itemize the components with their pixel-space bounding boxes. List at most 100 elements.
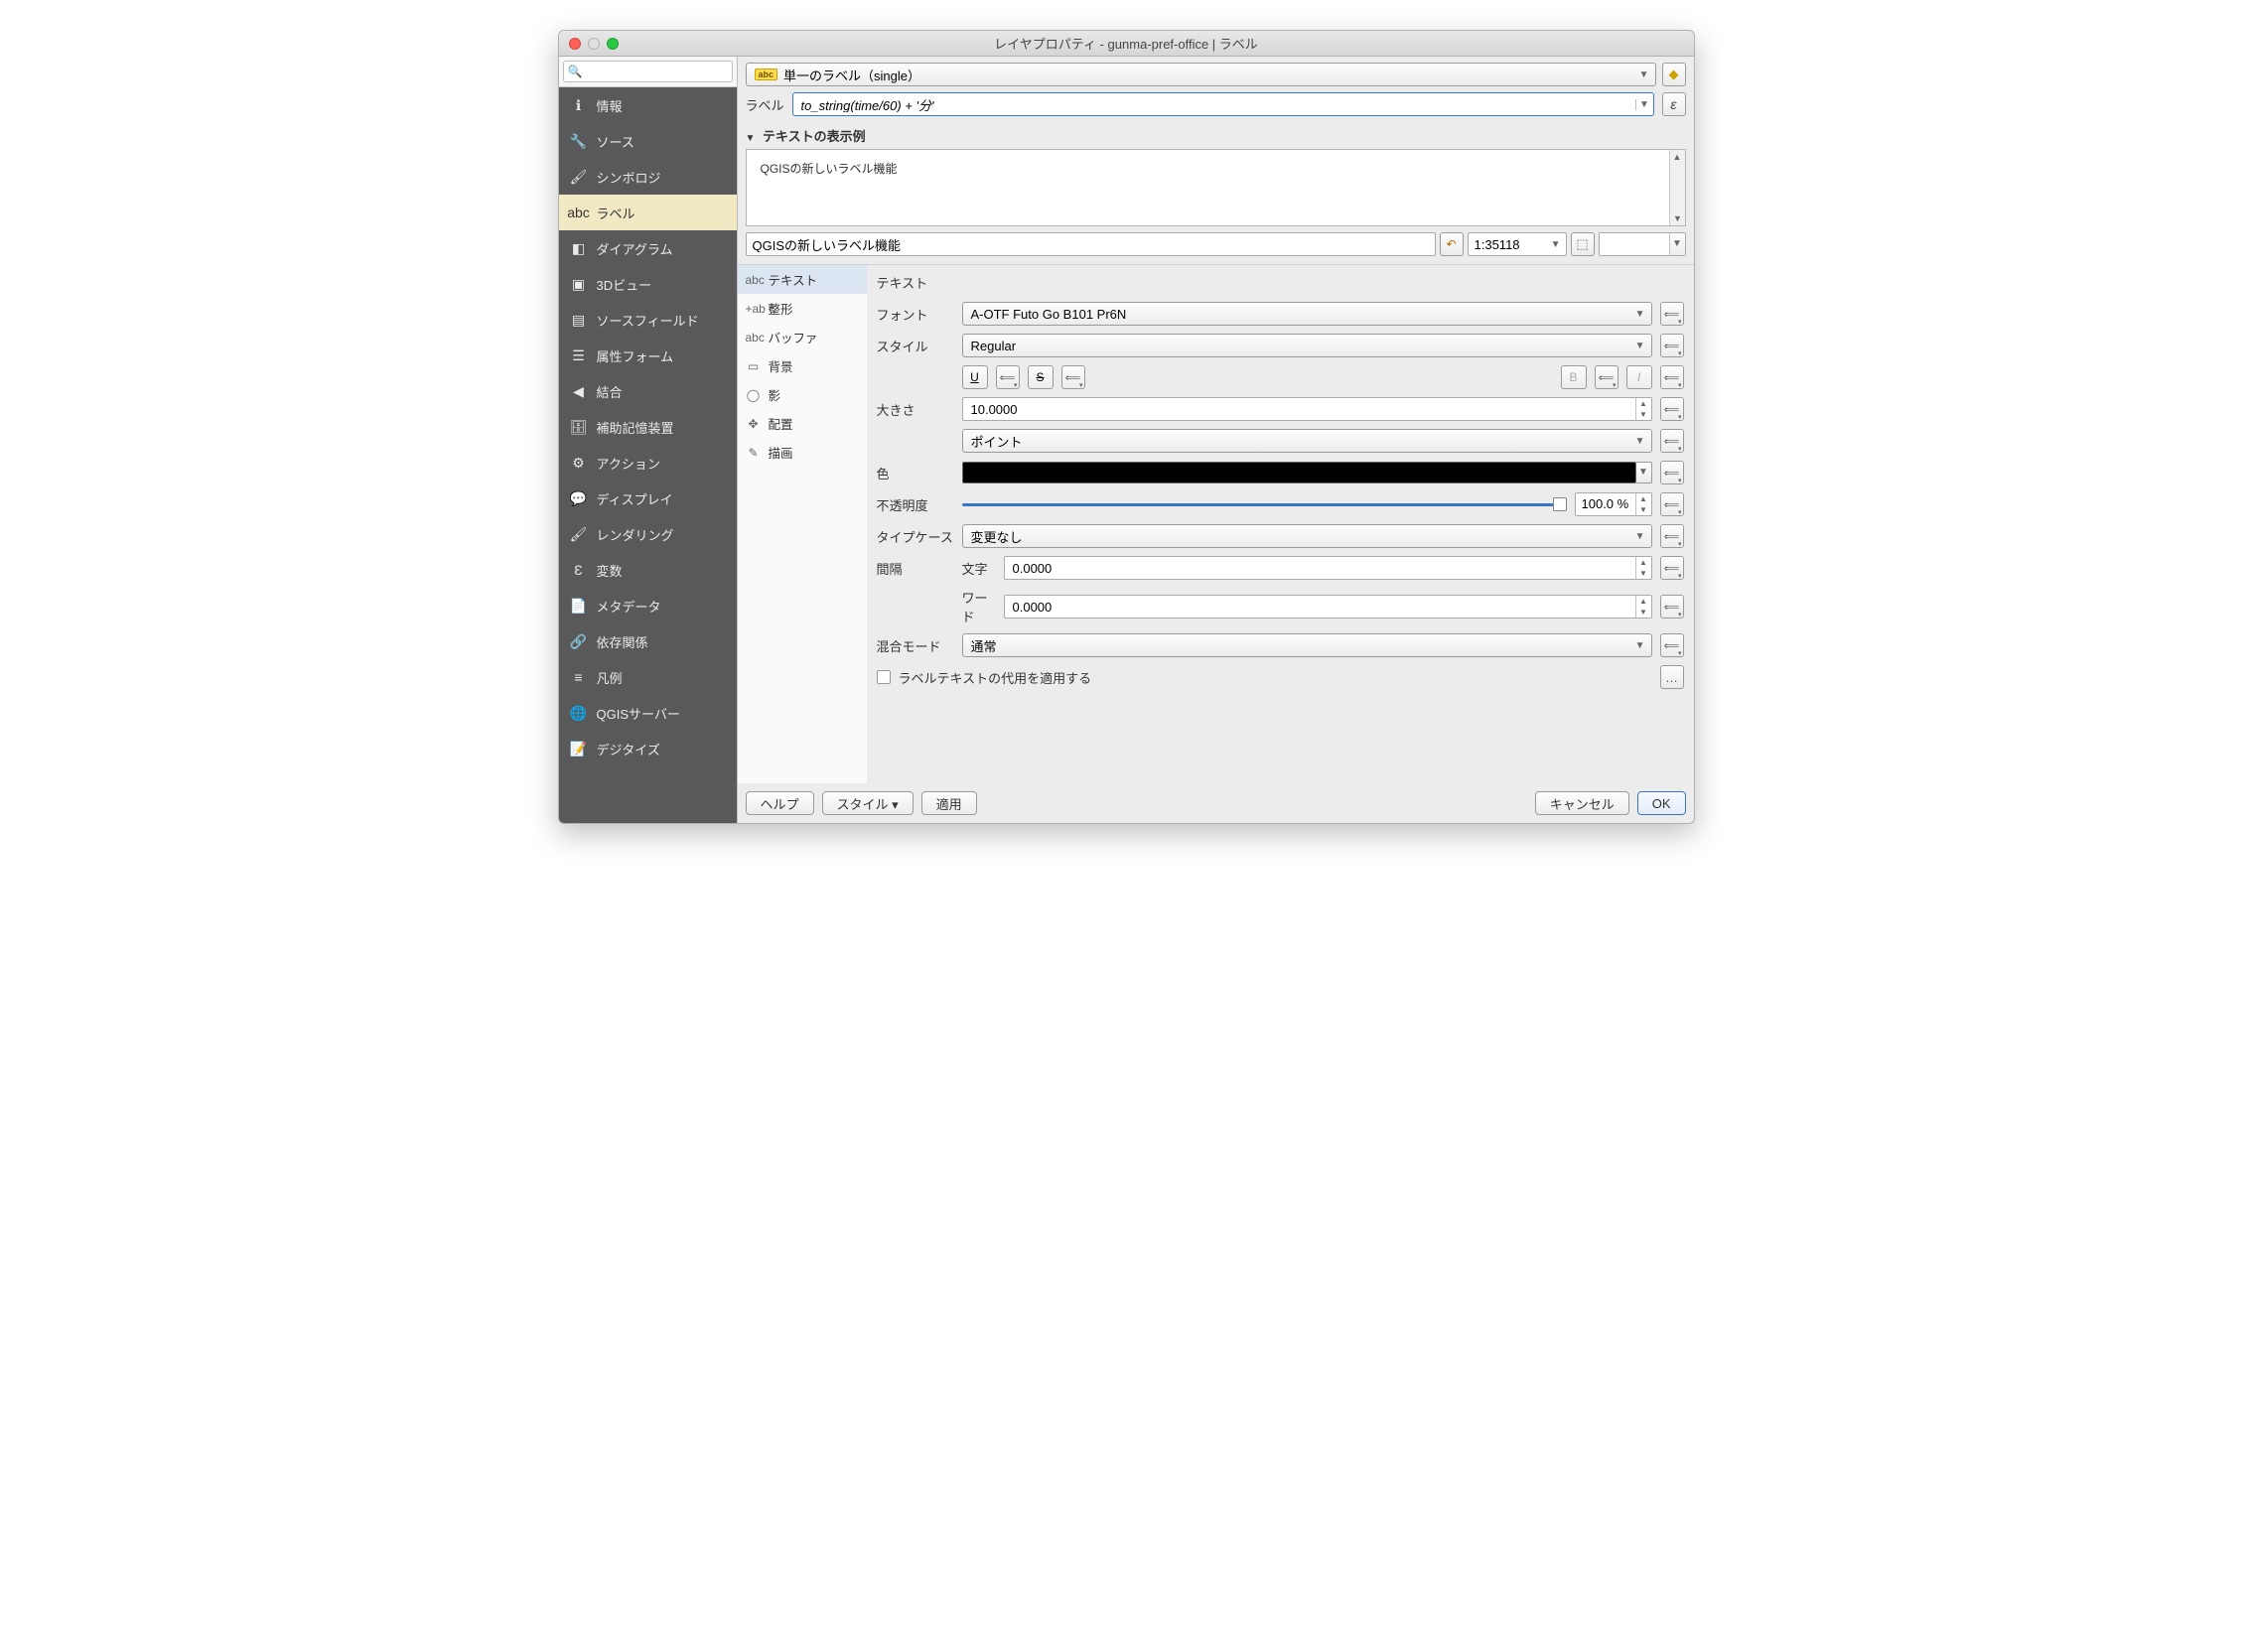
color-swatch[interactable]: [962, 462, 1636, 483]
category-item-3Dビュー[interactable]: ▣3Dビュー: [559, 266, 737, 302]
category-icon: 🔧: [569, 131, 589, 151]
body: 🔍 ℹ情報🔧ソース🖌シンボロジabcラベル◧ダイアグラム▣3Dビュー▤ソースフィ…: [559, 57, 1694, 823]
category-item-結合[interactable]: ◀結合: [559, 373, 737, 409]
word-spacing-spinbox[interactable]: ▲▼: [1004, 595, 1652, 619]
data-defined-button[interactable]: ⟸: [1061, 365, 1085, 389]
substitution-settings-button[interactable]: …: [1660, 665, 1684, 689]
subcategory-item-整形[interactable]: +ab c整形: [738, 294, 867, 323]
preview-text-input[interactable]: [753, 237, 1429, 252]
data-defined-button[interactable]: ⟸: [1660, 397, 1684, 421]
category-item-メタデータ[interactable]: 📄メタデータ: [559, 588, 737, 623]
category-item-補助記憶装置[interactable]: 🗄補助記憶装置: [559, 409, 737, 445]
category-item-ラベル[interactable]: abcラベル: [559, 195, 737, 230]
chevron-down-icon[interactable]: ▼: [1636, 462, 1652, 483]
category-icon: ☰: [569, 345, 589, 365]
category-item-シンボロジ[interactable]: 🖌シンボロジ: [559, 159, 737, 195]
data-defined-button[interactable]: ⟸: [1660, 492, 1684, 516]
blend-select[interactable]: 通常 ▼: [962, 633, 1652, 657]
data-defined-button[interactable]: ⟸: [1660, 461, 1684, 484]
scroll-up-icon[interactable]: ▲: [1670, 150, 1685, 164]
cancel-button[interactable]: キャンセル: [1535, 791, 1629, 815]
category-item-QGISサーバー[interactable]: 🌐QGISサーバー: [559, 695, 737, 731]
style-menu-button[interactable]: スタイル ▾: [822, 791, 914, 815]
data-defined-button[interactable]: ⟸: [1660, 334, 1684, 357]
opacity-slider[interactable]: [962, 492, 1567, 516]
category-item-ダイアグラム[interactable]: ◧ダイアグラム: [559, 230, 737, 266]
category-item-ソースフィールド[interactable]: ▤ソースフィールド: [559, 302, 737, 338]
preview-scrollbar[interactable]: ▲ ▼: [1669, 150, 1685, 225]
subcategory-item-配置[interactable]: ✥配置: [738, 409, 867, 438]
category-icon: abc: [569, 203, 589, 222]
category-item-属性フォーム[interactable]: ☰属性フォーム: [559, 338, 737, 373]
category-item-凡例[interactable]: ≡凡例: [559, 659, 737, 695]
bold-button[interactable]: B: [1561, 365, 1587, 389]
color-picker[interactable]: ▼: [962, 462, 1652, 483]
data-defined-button[interactable]: ⟸: [1660, 633, 1684, 657]
spinner-buttons[interactable]: ▲▼: [1635, 493, 1651, 515]
spinner-buttons[interactable]: ▲▼: [1635, 596, 1651, 618]
subcategory-item-バッファ[interactable]: abcバッファ: [738, 323, 867, 351]
subcategory-item-テキスト[interactable]: abcテキスト: [738, 265, 867, 294]
preview-background-button[interactable]: ▼: [1599, 232, 1686, 256]
ok-button[interactable]: OK: [1637, 791, 1686, 815]
apply-button[interactable]: 適用: [921, 791, 977, 815]
preview-scale-combo[interactable]: 1:35118 ▼: [1468, 232, 1567, 256]
category-icon: 🔗: [569, 631, 589, 651]
data-defined-button[interactable]: ⟸: [1660, 365, 1684, 389]
category-item-情報[interactable]: ℹ情報: [559, 87, 737, 123]
underline-button[interactable]: U: [962, 365, 988, 389]
label-mode-combo[interactable]: abc 単一のラベル（single） ▼: [746, 63, 1656, 86]
typecase-select[interactable]: 変更なし ▼: [962, 524, 1652, 548]
char-spacing-spinbox[interactable]: ▲▼: [1004, 556, 1652, 580]
data-defined-button[interactable]: ⟸: [1660, 556, 1684, 580]
chevron-down-icon[interactable]: ▼: [1635, 99, 1653, 110]
label-settings-button[interactable]: ◆: [1662, 63, 1686, 86]
opacity-spinbox[interactable]: 100.0 % ▲▼: [1575, 492, 1652, 516]
category-item-ソース[interactable]: 🔧ソース: [559, 123, 737, 159]
data-defined-button[interactable]: ⟸: [996, 365, 1020, 389]
preview-section-header[interactable]: ▼ テキストの表示例: [738, 122, 1694, 149]
subcategory-item-背景[interactable]: ▭背景: [738, 351, 867, 380]
data-defined-button[interactable]: ⟸: [1660, 302, 1684, 326]
subcategory-icon: abc: [746, 331, 762, 344]
size-spinbox[interactable]: ▲▼: [962, 397, 1652, 421]
category-search-input[interactable]: [563, 61, 733, 82]
size-input[interactable]: [963, 402, 1635, 417]
category-item-ディスプレイ[interactable]: 💬ディスプレイ: [559, 481, 737, 516]
category-search: 🔍: [559, 57, 737, 87]
word-spacing-input[interactable]: [1005, 600, 1635, 615]
subcategory-item-影[interactable]: ◯影: [738, 380, 867, 409]
substitution-checkbox[interactable]: [877, 670, 891, 684]
preview-text: QGISの新しいラベル機能: [761, 160, 898, 177]
category-list[interactable]: ℹ情報🔧ソース🖌シンボロジabcラベル◧ダイアグラム▣3Dビュー▤ソースフィール…: [559, 87, 737, 823]
label-expression-input[interactable]: [793, 97, 1635, 112]
data-defined-button[interactable]: ⟸: [1595, 365, 1619, 389]
data-defined-button[interactable]: ⟸: [1660, 429, 1684, 453]
subcategory-item-描画[interactable]: ✎描画: [738, 438, 867, 467]
label-expression-combo[interactable]: ▼: [792, 92, 1654, 116]
italic-button[interactable]: I: [1626, 365, 1652, 389]
category-item-依存関係[interactable]: 🔗依存関係: [559, 623, 737, 659]
category-item-デジタイズ[interactable]: 📝デジタイズ: [559, 731, 737, 766]
char-spacing-input[interactable]: [1005, 561, 1635, 576]
scroll-down-icon[interactable]: ▼: [1670, 211, 1686, 225]
category-icon: ▤: [569, 310, 589, 330]
spinner-buttons[interactable]: ▲▼: [1635, 557, 1651, 579]
category-item-アクション[interactable]: ⚙アクション: [559, 445, 737, 481]
category-item-変数[interactable]: Ɛ変数: [559, 552, 737, 588]
help-button[interactable]: ヘルプ: [746, 791, 814, 815]
spinner-buttons[interactable]: ▲▼: [1635, 398, 1651, 420]
expression-builder-button[interactable]: ε: [1662, 92, 1686, 116]
category-label: ダイアグラム: [597, 239, 673, 258]
strikeout-button[interactable]: S: [1028, 365, 1054, 389]
data-defined-button[interactable]: ⟸: [1660, 595, 1684, 619]
data-defined-button[interactable]: ⟸: [1660, 524, 1684, 548]
size-unit-select[interactable]: ポイント ▼: [962, 429, 1652, 453]
reset-preview-button[interactable]: ↶: [1440, 232, 1464, 256]
preview-text-field[interactable]: [746, 232, 1436, 256]
style-select[interactable]: Regular ▼: [962, 334, 1652, 357]
label-subcategory-list[interactable]: abcテキスト+ab c整形abcバッファ▭背景◯影✥配置✎描画: [738, 264, 867, 783]
font-select[interactable]: A-OTF Futo Go B101 Pr6N ▼: [962, 302, 1652, 326]
map-preview-button[interactable]: ⬚: [1571, 232, 1595, 256]
category-item-レンダリング[interactable]: 🖌レンダリング: [559, 516, 737, 552]
